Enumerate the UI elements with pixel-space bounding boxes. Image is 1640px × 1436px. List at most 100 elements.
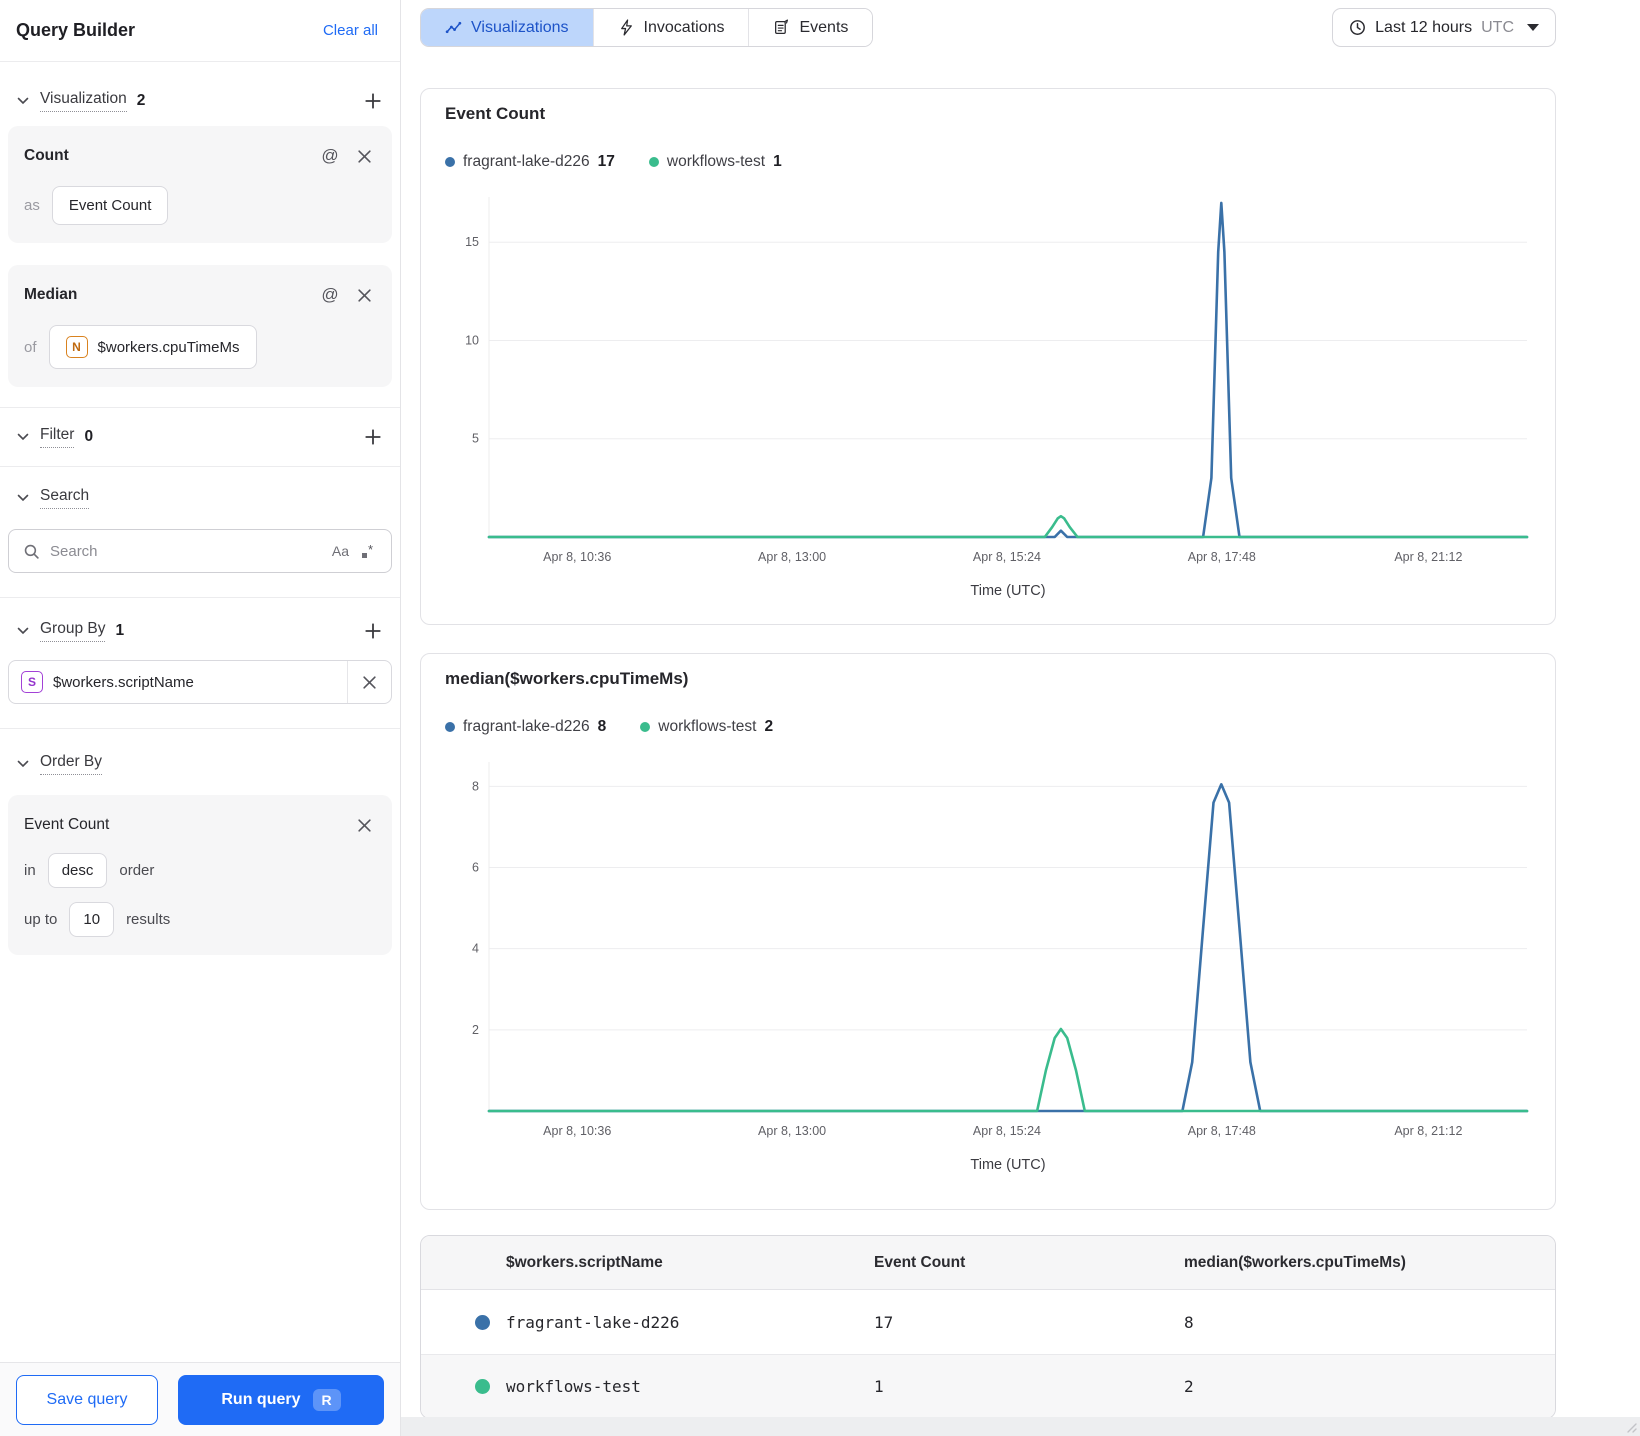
caret-down-icon: [1527, 24, 1539, 31]
search-section: Search Aa *: [0, 467, 400, 597]
close-icon: [357, 818, 371, 832]
series-total: 17: [597, 153, 615, 170]
remove-visualization-button[interactable]: [352, 283, 376, 307]
visualization-label: Visualization: [40, 90, 127, 112]
svg-text:5: 5: [472, 432, 479, 446]
legend-item[interactable]: fragrant-lake-d226 17: [445, 153, 615, 171]
search-label: Search: [40, 487, 90, 509]
svg-text:Apr 8, 13:00: Apr 8, 13:00: [758, 1124, 826, 1138]
remove-group-by-button[interactable]: [347, 661, 391, 703]
clock-icon: [1350, 20, 1366, 35]
direction-button[interactable]: desc: [47, 853, 108, 888]
median-cpu-chart-card: median($workers.cpuTimeMs) fragrant-lake…: [420, 653, 1556, 1210]
results-table: $workers.scriptName Event Count median($…: [420, 1235, 1556, 1419]
run-query-label: Run query: [221, 1390, 301, 1408]
close-icon: [363, 675, 376, 689]
tab-invocations[interactable]: Invocations: [593, 9, 750, 46]
svg-text:15: 15: [465, 235, 479, 249]
app-root: Query Builder Clear all Visualization 2 …: [0, 0, 1640, 1436]
median-cpu-line-chart[interactable]: 2 4 6 8 Apr 8, 10:36 Apr 8, 13:00 Apr 8, 15:24…: [445, 754, 1531, 1181]
series-color-dot: [445, 157, 455, 167]
series-color-dot: [648, 157, 659, 167]
mention-button[interactable]: @: [318, 283, 342, 307]
event-count-line-chart[interactable]: 5 10 15 Apr 8, 10:36 Apr 8, 13:00 Apr 8, 15:2…: [445, 189, 1531, 607]
save-query-button[interactable]: Save query: [16, 1374, 158, 1425]
alias-value-button[interactable]: Event Count: [51, 186, 169, 225]
number-type-icon: N: [65, 336, 88, 358]
run-query-button[interactable]: Run query R: [178, 1374, 384, 1425]
aggregation-name: Count: [24, 147, 69, 164]
page-title: Query Builder: [16, 20, 136, 40]
chevron-down-icon[interactable]: [16, 94, 30, 108]
series-total: 8: [597, 718, 607, 735]
legend-item[interactable]: fragrant-lake-d226 8: [445, 718, 606, 736]
add-filter-button[interactable]: [362, 426, 384, 448]
table-row[interactable]: fragrant-lake-d226 17 8: [421, 1290, 1555, 1354]
chevron-down-icon[interactable]: [16, 624, 30, 638]
page-bottom-strip: [401, 1417, 1640, 1436]
run-shortcut-badge: R: [312, 1388, 341, 1411]
limit-button[interactable]: 10: [69, 902, 115, 937]
search-box: Aa *: [8, 529, 392, 573]
close-icon: [357, 149, 371, 163]
field-value-button[interactable]: N $workers.cpuTimeMs: [48, 325, 257, 369]
chart-title: median($workers.cpuTimeMs): [445, 669, 689, 688]
plus-icon: [365, 93, 381, 109]
timezone-label: UTC: [1481, 18, 1514, 36]
series-color-dot: [445, 722, 455, 732]
group-by-field: $workers.scriptName: [53, 673, 194, 691]
time-range-selector[interactable]: Last 12 hours UTC: [1332, 8, 1556, 47]
window-resize-corner-icon: [1627, 1423, 1637, 1433]
match-case-button[interactable]: Aa: [332, 543, 349, 559]
visualization-section: Visualization 2 Count @ as Event Count M…: [0, 62, 400, 407]
tab-visualizations[interactable]: Visualizations: [421, 9, 594, 46]
remove-visualization-button[interactable]: [352, 144, 376, 168]
main-panel: Visualizations Invocations Events Last 1…: [401, 0, 1640, 1436]
visualization-card-count: Count @ as Event Count: [8, 126, 392, 243]
chevron-down-icon[interactable]: [16, 491, 30, 505]
group-by-count: 1: [115, 622, 125, 639]
chart-legend: fragrant-lake-d226 8 workflows-test 2: [445, 718, 1531, 736]
series-color-dot: [475, 1379, 490, 1394]
cell-median-cpu: 8: [1184, 1312, 1194, 1332]
group-by-label: Group By: [40, 620, 106, 642]
series-color-dot: [640, 722, 651, 732]
series-name: workflows-test: [658, 718, 757, 735]
add-visualization-button[interactable]: [362, 90, 384, 112]
svg-text:Time (UTC): Time (UTC): [970, 583, 1045, 599]
cell-event-count: 1: [874, 1377, 884, 1396]
series-total: 1: [773, 153, 782, 170]
time-range-label: Last 12 hours: [1375, 18, 1473, 36]
remove-order-by-button[interactable]: [352, 813, 376, 837]
cell-script-name: workflows-test: [506, 1377, 641, 1396]
add-group-by-button[interactable]: [362, 620, 384, 642]
series-name: fragrant-lake-d226: [463, 153, 590, 170]
svg-text:Apr 8, 15:24: Apr 8, 15:24: [973, 550, 1041, 564]
visualization-count: 2: [136, 92, 146, 109]
plus-icon: [365, 623, 381, 639]
svg-text:Apr 8, 21:12: Apr 8, 21:12: [1394, 1124, 1462, 1138]
regex-button[interactable]: *: [359, 542, 377, 560]
legend-item[interactable]: workflows-test 1: [648, 153, 782, 171]
group-by-item[interactable]: S $workers.scriptName: [8, 660, 392, 704]
search-icon: [24, 544, 39, 559]
event-list-icon: [775, 19, 789, 34]
tab-events[interactable]: Events: [749, 9, 873, 46]
svg-text:*: *: [368, 542, 373, 557]
svg-text:Apr 8, 15:24: Apr 8, 15:24: [973, 1124, 1041, 1138]
results-label: results: [126, 911, 171, 928]
svg-text:Apr 8, 13:00: Apr 8, 13:00: [758, 550, 826, 564]
clear-all-button[interactable]: Clear all: [323, 22, 378, 39]
cell-event-count: 17: [874, 1312, 894, 1332]
order-label: order: [119, 862, 155, 879]
legend-item[interactable]: workflows-test 2: [640, 718, 773, 736]
chevron-down-icon[interactable]: [16, 430, 30, 444]
mention-button[interactable]: @: [318, 144, 342, 168]
column-event-count: Event Count: [874, 1253, 966, 1271]
chevron-down-icon[interactable]: [16, 757, 30, 771]
order-by-section: Order By Event Count in desc order up to…: [0, 729, 400, 955]
svg-text:8: 8: [472, 779, 479, 793]
order-by-field: Event Count: [24, 816, 110, 833]
table-row[interactable]: workflows-test 1 2: [421, 1354, 1555, 1418]
search-input[interactable]: [50, 542, 322, 560]
